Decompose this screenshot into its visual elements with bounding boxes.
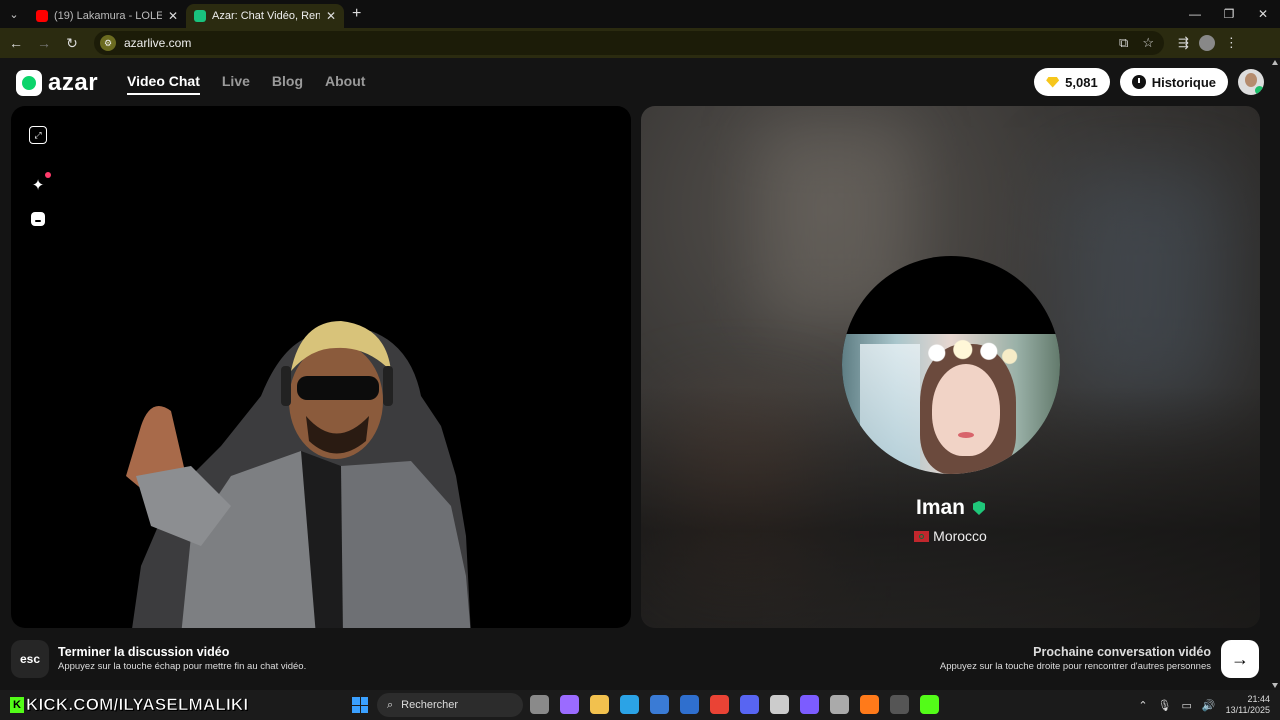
- azar-app: azar Video Chat Live Blog About 5,081 Hi…: [0, 58, 1280, 690]
- volume-icon[interactable]: 🔊: [1202, 699, 1216, 712]
- taskbar-app-icon[interactable]: [590, 695, 609, 714]
- self-video-panel: ⤢ ✦: [11, 106, 631, 628]
- taskbar-app-icon[interactable]: [530, 695, 549, 714]
- taskbar-app-icon[interactable]: [890, 695, 909, 714]
- close-window-button[interactable]: ✕: [1246, 0, 1280, 28]
- taskbar-app-icon[interactable]: [710, 695, 729, 714]
- user-avatar[interactable]: [1238, 69, 1264, 95]
- partner-profile-photo: [842, 256, 1060, 474]
- site-header: azar Video Chat Live Blog About 5,081 Hi…: [0, 58, 1280, 106]
- tab-title: Azar: Chat Vidéo, Rencontre: [212, 10, 320, 22]
- display-icon[interactable]: ▭: [1182, 699, 1192, 712]
- url-text: azarlive.com: [124, 36, 192, 50]
- taskbar-app-icon[interactable]: [830, 695, 849, 714]
- taskbar-app-icon[interactable]: [800, 695, 819, 714]
- taskbar-app-icon[interactable]: [560, 695, 579, 714]
- end-chat-title: Terminer la discussion vidéo: [58, 645, 230, 659]
- effects-sparkle-icon[interactable]: ✦: [29, 172, 51, 194]
- next-chat-button[interactable]: →: [1221, 640, 1259, 678]
- nav-live[interactable]: Live: [222, 73, 250, 95]
- browser-tab-youtube[interactable]: (19) Lakamura - LOLE LOLE Jam ✕: [28, 4, 186, 28]
- main-nav: Video Chat Live Blog About: [127, 73, 365, 95]
- clock-icon: [1131, 75, 1146, 89]
- taskbar-search[interactable]: ⌕ Rechercher: [377, 693, 523, 717]
- logo-text: azar: [48, 69, 99, 96]
- azar-favicon-icon: [194, 10, 206, 22]
- bottom-controls: esc Terminer la discussion vidéo Appuyez…: [0, 630, 1280, 690]
- partner-video-panel: Iman Morocco: [641, 106, 1260, 628]
- kick-logo-icon: K: [10, 697, 24, 713]
- nav-video-chat[interactable]: Video Chat: [127, 73, 200, 95]
- face-filter-icon[interactable]: [31, 212, 45, 226]
- reload-button[interactable]: ↻: [60, 31, 84, 55]
- youtube-favicon-icon: [36, 10, 48, 22]
- taskbar-app-icon[interactable]: [680, 695, 699, 714]
- site-info-icon[interactable]: ⚙: [100, 35, 116, 51]
- chevron-down-icon: ⌄: [9, 8, 19, 21]
- verified-shield-icon: [973, 501, 985, 515]
- history-label: Historique: [1151, 74, 1216, 90]
- flower-crown: [916, 336, 1020, 370]
- taskbar-app-icon[interactable]: [770, 695, 789, 714]
- page-scrollbar[interactable]: [1270, 58, 1280, 690]
- stream-overlay-text: KICK.COM/ILYASELMALIKI: [26, 695, 249, 715]
- azar-logo[interactable]: azar: [16, 69, 98, 97]
- nav-blog[interactable]: Blog: [272, 73, 303, 95]
- address-bar[interactable]: ⚙ azarlive.com ⧉ ☆: [94, 31, 1164, 55]
- taskbar-app-icon[interactable]: [650, 695, 669, 714]
- forward-button[interactable]: →: [32, 31, 56, 55]
- expand-icon[interactable]: ⤢: [29, 126, 47, 144]
- self-camera-person: [126, 321, 471, 628]
- window-controls: — ❐ ✕: [1178, 0, 1280, 28]
- close-tab-icon[interactable]: ✕: [168, 9, 178, 23]
- browser-menu-icon[interactable]: ⋮: [1225, 35, 1238, 51]
- notification-dot: [45, 172, 51, 178]
- tab-title: (19) Lakamura - LOLE LOLE Jam: [54, 10, 162, 22]
- gem-icon: [1046, 76, 1060, 88]
- media-control-icon[interactable]: ⇶: [1178, 35, 1189, 51]
- profile-avatar-icon[interactable]: [1198, 35, 1215, 51]
- taskbar-apps: [530, 695, 939, 714]
- tray-overflow-icon[interactable]: ⌃: [1138, 699, 1147, 712]
- morocco-flag-icon: [914, 530, 930, 542]
- system-clock[interactable]: 21:44 13/11/2025: [1226, 694, 1270, 716]
- search-placeholder: Rechercher: [401, 699, 459, 711]
- new-tab-button[interactable]: +: [352, 5, 361, 23]
- next-chat-title: Prochaine conversation vidéo: [1033, 645, 1211, 659]
- stream-overlay: K KICK.COM/ILYASELMALIKI: [10, 692, 248, 718]
- back-button[interactable]: ←: [4, 31, 28, 55]
- browser-tab-azar[interactable]: Azar: Chat Vidéo, Rencontre ✕: [186, 4, 344, 28]
- next-chat-hint: Appuyez sur la touche droite pour rencon…: [939, 661, 1211, 672]
- taskbar-app-icon[interactable]: [620, 695, 639, 714]
- gems-button[interactable]: 5,081: [1034, 68, 1110, 96]
- restore-button[interactable]: ❐: [1212, 0, 1246, 28]
- end-chat-button[interactable]: esc: [11, 640, 49, 678]
- windows-start-icon[interactable]: [352, 697, 368, 713]
- online-status-icon: [1255, 86, 1264, 95]
- microphone-icon[interactable]: 🎙: [1158, 699, 1172, 712]
- windows-taskbar: K KICK.COM/ILYASELMALIKI ⌕ Rechercher ⌃ …: [0, 690, 1280, 720]
- nav-about[interactable]: About: [325, 73, 365, 95]
- gems-count: 5,081: [1065, 74, 1098, 90]
- browser-toolbar: ← → ↻ ⚙ azarlive.com ⧉ ☆ ⇶ ⋮: [0, 28, 1280, 58]
- tab-list-button[interactable]: ⌄: [0, 0, 28, 28]
- arrow-right-icon: →: [1231, 648, 1249, 669]
- partner-name: Iman: [915, 496, 965, 519]
- close-tab-icon[interactable]: ✕: [326, 9, 336, 23]
- end-chat-hint: Appuyez sur la touche échap pour mettre …: [58, 661, 307, 672]
- bookmark-star-icon[interactable]: ☆: [1142, 35, 1154, 51]
- taskbar-app-icon[interactable]: [920, 695, 939, 714]
- history-button[interactable]: Historique: [1119, 68, 1228, 96]
- clock-time: 21:44: [1247, 694, 1270, 704]
- taskbar-app-icon[interactable]: [860, 695, 879, 714]
- install-app-icon[interactable]: ⧉: [1119, 35, 1128, 51]
- azar-logo-icon: [16, 70, 42, 96]
- taskbar-app-icon[interactable]: [740, 695, 759, 714]
- system-tray: ⌃ 🎙 ▭ 🔊 21:44 13/11/2025: [1138, 690, 1270, 720]
- browser-tab-strip: ⌄ (19) Lakamura - LOLE LOLE Jam ✕ Azar: …: [0, 0, 1280, 28]
- partner-country: Morocco: [933, 528, 987, 544]
- minimize-button[interactable]: —: [1178, 0, 1212, 28]
- clock-date: 13/11/2025: [1225, 705, 1270, 715]
- search-icon: ⌕: [387, 698, 394, 711]
